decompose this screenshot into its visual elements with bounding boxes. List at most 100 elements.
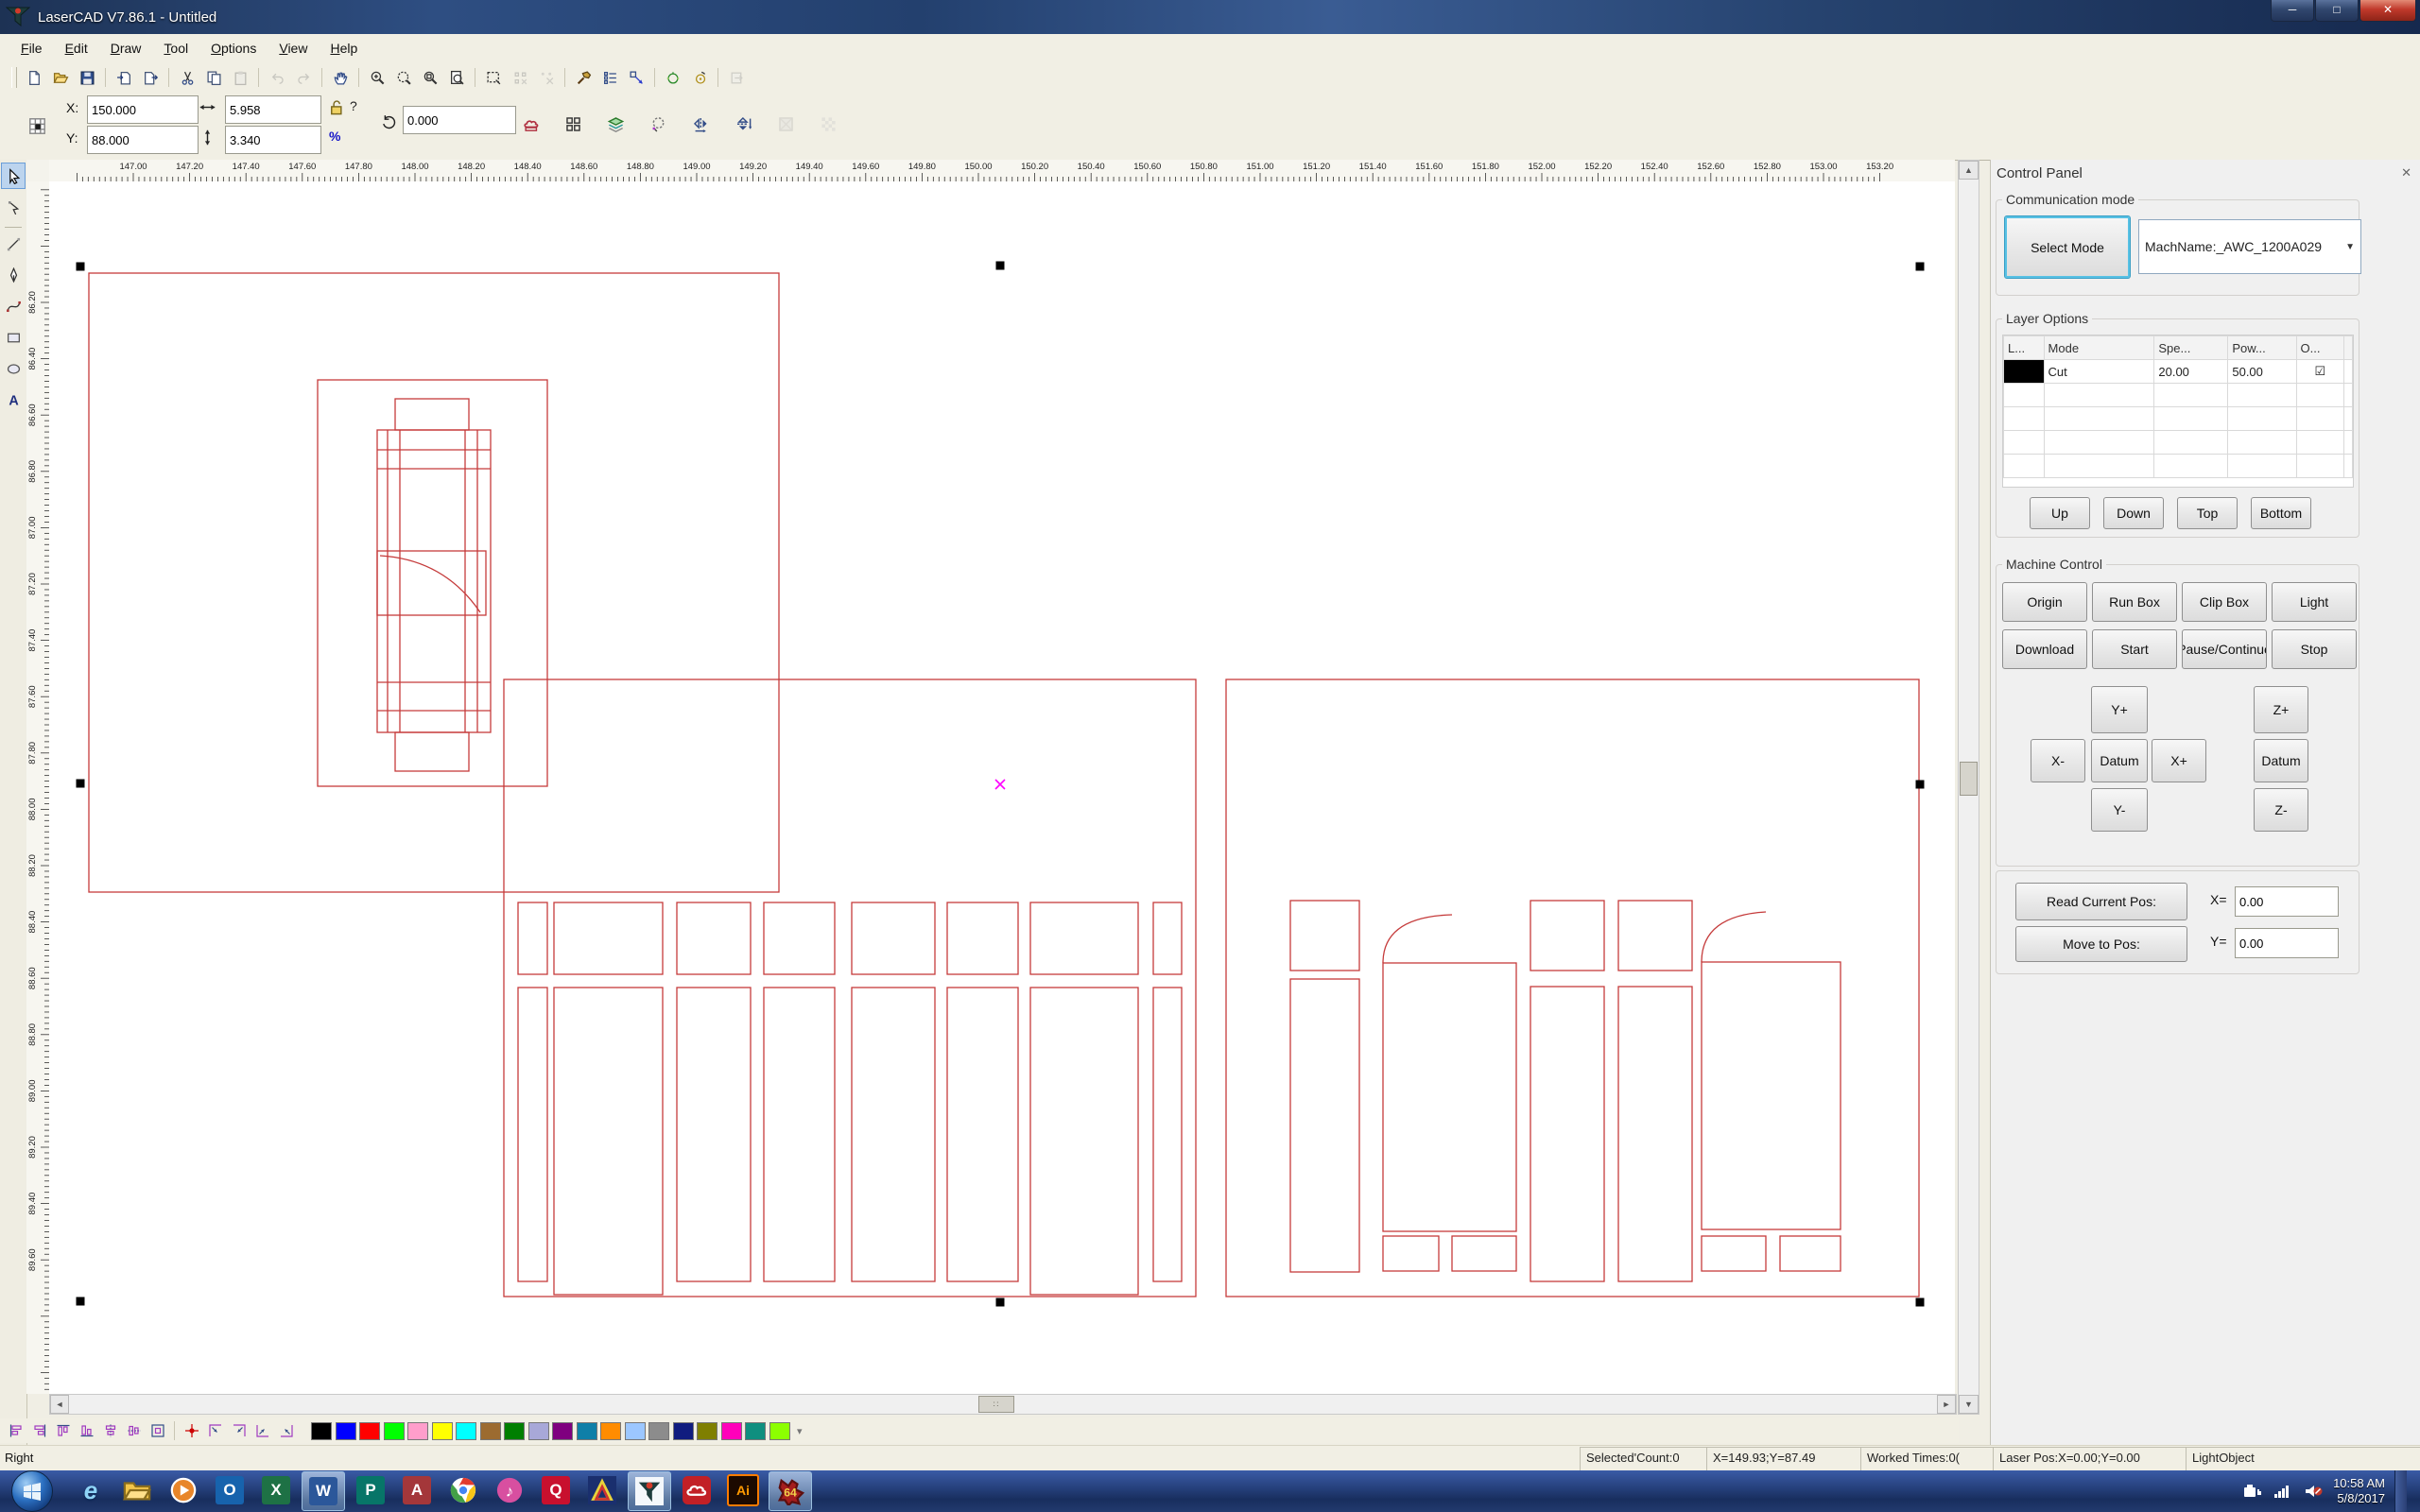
corner-bl-icon[interactable] (251, 1420, 274, 1441)
output-list-icon[interactable] (596, 65, 623, 90)
read-current-pos-button[interactable]: Read Current Pos: (2015, 883, 2187, 920)
align-right-icon[interactable] (27, 1420, 51, 1441)
align-bottom-icon[interactable] (75, 1420, 98, 1441)
top-layer-button[interactable]: Top (2177, 497, 2238, 529)
align-top-icon[interactable] (51, 1420, 75, 1441)
vertical-scroll-thumb[interactable] (1960, 762, 1978, 796)
menu-options[interactable]: Options (199, 37, 268, 60)
align-center-v-icon[interactable] (122, 1420, 146, 1441)
scroll-up-button[interactable]: ▲ (1959, 161, 1979, 180)
zoom-page-icon[interactable] (443, 65, 470, 90)
scroll-left-button[interactable]: ◄ (50, 1395, 69, 1414)
taskbar-app-lasercad[interactable] (628, 1471, 671, 1511)
select-mode-button[interactable]: Select Mode (2004, 215, 2131, 279)
taskbar-app-publisher[interactable]: P (350, 1471, 391, 1509)
corner-tr-icon[interactable] (227, 1420, 251, 1441)
show-desktop-button[interactable] (2394, 1470, 2407, 1512)
select-tool[interactable] (1, 163, 26, 189)
palette-color-14[interactable] (648, 1422, 669, 1440)
delete-nodes-icon[interactable] (533, 65, 560, 90)
group-icon[interactable] (603, 112, 628, 136)
jog-datum-z-button[interactable]: Datum (2254, 739, 2308, 782)
palette-color-15[interactable] (673, 1422, 694, 1440)
horizontal-scroll-thumb[interactable]: ∷ (978, 1396, 1014, 1413)
taskbar-app-windows-explorer[interactable] (116, 1471, 158, 1509)
palette-color-0[interactable] (311, 1422, 332, 1440)
menu-tool[interactable]: Tool (152, 37, 199, 60)
maximize-button[interactable]: □ (2315, 0, 2359, 22)
pos-x-input[interactable] (2235, 886, 2339, 917)
weld-icon[interactable] (518, 112, 543, 136)
new-file-icon[interactable] (21, 65, 47, 90)
palette-color-11[interactable] (577, 1422, 597, 1440)
zoom-marquee-icon[interactable] (390, 65, 417, 90)
move-to-pos-button[interactable]: Move to Pos: (2015, 926, 2187, 962)
clip-box-button[interactable]: Clip Box (2182, 582, 2267, 622)
taskbar-app-adobe-creative-cloud[interactable] (676, 1471, 717, 1509)
menu-draw[interactable]: Draw (99, 37, 153, 60)
palette-color-18[interactable] (745, 1422, 766, 1440)
taskbar-app-quicken[interactable]: Q (535, 1471, 577, 1509)
taskbar-clock[interactable]: 10:58 AM 5/8/2017 (2333, 1476, 2385, 1506)
mirror-h-icon[interactable] (688, 112, 713, 136)
up-layer-button[interactable]: Up (2030, 497, 2090, 529)
menu-help[interactable]: Help (319, 37, 369, 60)
palette-color-1[interactable] (336, 1422, 356, 1440)
jog-z-plus-z-button[interactable]: Z+ (2254, 686, 2308, 733)
text-tool[interactable]: A (2, 387, 25, 412)
menu-file[interactable]: File (9, 37, 54, 60)
menu-view[interactable]: View (268, 37, 319, 60)
taskbar-app-itunes[interactable]: ♪ (489, 1471, 530, 1509)
start-button[interactable]: Start (2092, 629, 2177, 669)
start-button[interactable] (11, 1470, 53, 1512)
node-edit-tool[interactable] (2, 196, 25, 220)
palette-color-10[interactable] (552, 1422, 573, 1440)
import-2-icon[interactable] (723, 65, 750, 90)
taskbar-app-internet-explorer[interactable]: e (70, 1471, 112, 1509)
jog-z-minus-z-button[interactable]: Z- (2254, 788, 2308, 832)
copy-icon[interactable] (200, 65, 227, 90)
menu-edit[interactable]: Edit (54, 37, 99, 60)
percent-label[interactable]: % (329, 129, 340, 144)
anchor-grid-icon[interactable] (25, 113, 49, 138)
machine-name-dropdown[interactable]: MachName:_AWC_1200A029 ▼ (2138, 219, 2361, 274)
taskbar-app-triangle-logo-app[interactable] (581, 1471, 623, 1509)
align-center-h-icon[interactable] (98, 1420, 122, 1441)
pause-continue-button[interactable]: Pause/Continue (2182, 629, 2267, 669)
palette-color-7[interactable] (480, 1422, 501, 1440)
corner-br-icon[interactable] (274, 1420, 298, 1441)
pen-tool[interactable] (2, 263, 25, 287)
layer-output-checkbox[interactable]: ☑ (2296, 360, 2343, 384)
title-bar[interactable]: LaserCAD V7.86.1 - Untitled ─ □ ✕ (0, 0, 2420, 34)
palette-color-16[interactable] (697, 1422, 717, 1440)
layer-table[interactable]: L...ModeSpe...Pow...O...Cut20.0050.00☑ (2003, 335, 2353, 478)
control-panel-close-icon[interactable]: ✕ (2401, 165, 2411, 180)
battery-icon[interactable] (2242, 1481, 2263, 1502)
line-tool[interactable] (2, 232, 25, 256)
save-file-icon[interactable] (74, 65, 100, 90)
zoom-in-icon[interactable] (364, 65, 390, 90)
lasso-icon[interactable] (646, 112, 670, 136)
export-icon[interactable] (137, 65, 164, 90)
palette-color-2[interactable] (359, 1422, 380, 1440)
align-page-icon[interactable] (146, 1420, 169, 1441)
array-icon[interactable] (561, 112, 585, 136)
taskbar-app-illustrator[interactable]: Ai (722, 1471, 764, 1509)
jog-y-minus-button[interactable]: Y- (2091, 788, 2148, 832)
ellipse-tool[interactable] (2, 356, 25, 381)
download-button[interactable]: Download (2002, 629, 2087, 669)
zoom-selected-icon[interactable] (417, 65, 443, 90)
down-layer-button[interactable]: Down (2103, 497, 2164, 529)
palette-color-5[interactable] (432, 1422, 453, 1440)
rectangle-tool[interactable] (2, 325, 25, 350)
palette-color-6[interactable] (456, 1422, 476, 1440)
y-position-input[interactable] (87, 126, 199, 154)
network-signal-icon[interactable] (2273, 1481, 2293, 1502)
pos-y-input[interactable] (2235, 928, 2339, 958)
ungroup-icon[interactable] (507, 65, 533, 90)
import-icon[interactable] (111, 65, 137, 90)
horizontal-scrollbar[interactable]: ◄ ► ∷ (49, 1394, 1957, 1415)
mirror-v-icon[interactable] (731, 112, 755, 136)
taskbar-app-word[interactable]: W (302, 1471, 345, 1511)
minimize-button[interactable]: ─ (2271, 0, 2314, 22)
